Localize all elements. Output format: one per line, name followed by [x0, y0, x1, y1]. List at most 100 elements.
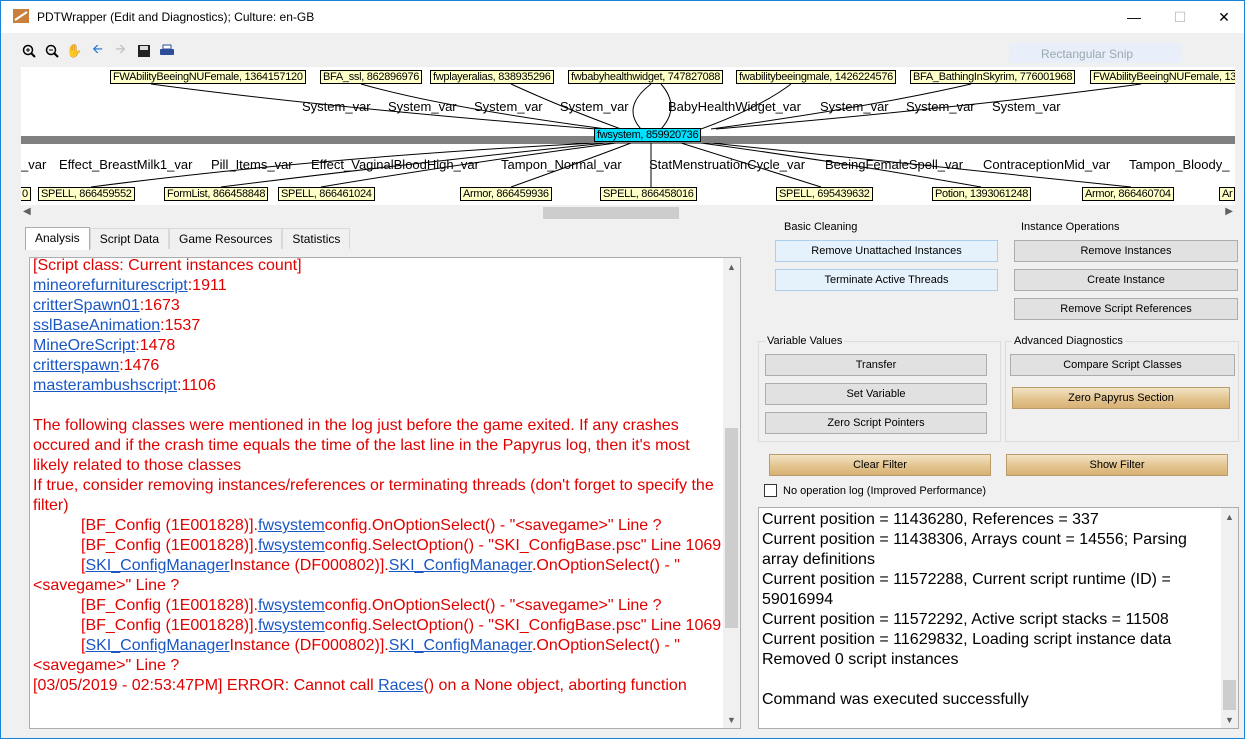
tab-game-resources[interactable]: Game Resources	[169, 228, 283, 249]
window-title: PDTWrapper (Edit and Diagnostics); Cultu…	[37, 10, 315, 24]
graph-node[interactable]: SPELL, 866459552	[38, 187, 135, 201]
scroll-down-icon[interactable]: ▼	[1221, 711, 1238, 728]
class-link[interactable]: mineorefurniturescript	[33, 277, 188, 294]
zero-script-pointers-button[interactable]: Zero Script Pointers	[765, 412, 987, 434]
edge-label: BeeingFemaleSpell_var	[825, 157, 964, 172]
class-link[interactable]: MineOreScript	[33, 337, 135, 354]
edge-label: Tampon_Bloody_	[1129, 157, 1230, 172]
log-error-line: [03/05/2019 - 02:53:47PM] ERROR: Cannot …	[33, 677, 687, 694]
scroll-down-icon[interactable]: ▼	[723, 711, 740, 728]
log-paragraph: The following classes were mentioned in …	[33, 417, 690, 474]
output-line: Current position = 11436280, References …	[762, 511, 1099, 528]
minimize-button[interactable]: —	[1111, 1, 1157, 33]
class-link[interactable]: fwsystem	[258, 597, 325, 614]
class-link[interactable]: SKI_ConfigManager	[389, 637, 532, 654]
log-trace-line: [BF_Config (1E001828)].fwsystemconfig.On…	[81, 597, 662, 614]
group-label: Basic Cleaning	[782, 221, 860, 233]
dependency-graph[interactable]: FWAbilityBeeingNUFemale, 1364157120 BFA_…	[21, 67, 1235, 205]
zoom-in-icon[interactable]	[19, 41, 38, 60]
graph-node[interactable]: fwabilitybeeingmale, 1426224576	[736, 70, 896, 84]
graph-node[interactable]: FWAbilityBeeingNUFemale, 13	[1090, 70, 1235, 84]
edge-label: System_var	[302, 99, 371, 114]
save-icon[interactable]	[134, 41, 153, 60]
graph-node[interactable]: BFA_BathingInSkyrim, 776001968	[910, 70, 1076, 84]
scroll-right-icon[interactable]: ▶	[1225, 206, 1233, 217]
forward-arrow-icon[interactable]: 🡪	[111, 41, 130, 60]
edge-label: System_var	[474, 99, 543, 114]
graph-node[interactable]: SPELL, 695439632	[776, 187, 873, 201]
no-operation-log-checkbox[interactable]: No operation log (Improved Performance)	[764, 484, 986, 497]
log-trace-line: [SKI_ConfigManagerInstance (DF000802)].S…	[33, 637, 680, 674]
class-link[interactable]: fwsystem	[258, 537, 325, 554]
graph-node[interactable]: Armor, 866460704	[1082, 187, 1174, 201]
terminate-active-threads-button[interactable]: Terminate Active Threads	[775, 269, 998, 291]
graph-node[interactable]: fwplayeralias, 838935296	[430, 70, 554, 84]
edge-label: System_var	[388, 99, 457, 114]
tab-script-data[interactable]: Script Data	[89, 228, 170, 249]
graph-node[interactable]: Armor, 866459936	[460, 187, 552, 201]
scroll-up-icon[interactable]: ▲	[723, 258, 740, 275]
clear-filter-button[interactable]: Clear Filter	[769, 454, 991, 476]
graph-center-node[interactable]: fwsystem, 859920736	[594, 128, 702, 142]
scroll-thumb[interactable]	[543, 207, 679, 219]
log-count-row: critterspawn:1476	[33, 357, 160, 374]
class-link[interactable]: critterSpawn01	[33, 297, 140, 314]
class-link[interactable]: fwsystem	[258, 517, 325, 534]
transfer-button[interactable]: Transfer	[765, 354, 987, 376]
tab-analysis[interactable]: Analysis	[25, 227, 90, 250]
graph-node[interactable]: BFA_ssl, 862896976	[320, 70, 423, 84]
remove-instances-button[interactable]: Remove Instances	[1014, 240, 1238, 262]
log-count-row: MineOreScript:1478	[33, 337, 176, 354]
class-link[interactable]: SKI_ConfigManager	[389, 557, 532, 574]
set-variable-button[interactable]: Set Variable	[765, 383, 987, 405]
graph-node[interactable]: fwbabyhealthwidget, 747827088	[568, 70, 724, 84]
tab-statistics[interactable]: Statistics	[282, 228, 351, 249]
class-link[interactable]: fwsystem	[258, 617, 325, 634]
graph-node[interactable]: Ar	[1219, 187, 1235, 201]
zoom-out-icon[interactable]	[42, 41, 61, 60]
edge-label: Effect_BreastMilk1_var	[59, 157, 193, 172]
print-icon[interactable]	[157, 41, 176, 60]
back-arrow-icon[interactable]: 🡨	[88, 41, 107, 60]
class-link[interactable]: sslBaseAnimation	[33, 317, 160, 334]
log-trace-line: [BF_Config (1E001828)].fwsystemconfig.Se…	[81, 617, 722, 634]
log-count-row: critterSpawn01:1673	[33, 297, 180, 314]
remove-unattached-instances-button[interactable]: Remove Unattached Instances	[775, 240, 998, 262]
class-link[interactable]: masterambushscript	[33, 377, 177, 394]
graph-horizontal-scrollbar[interactable]: ◀ ▶	[21, 205, 1235, 221]
log-count-row: masterambushscript:1106	[33, 377, 216, 394]
edge-label: _var	[21, 157, 47, 172]
graph-node[interactable]: SPELL, 866458016	[600, 187, 697, 201]
graph-node[interactable]: FWAbilityBeeingNUFemale, 1364157120	[110, 70, 306, 84]
output-line: Current position = 11629832, Loading scr…	[762, 631, 1172, 648]
compare-script-classes-button[interactable]: Compare Script Classes	[1010, 354, 1235, 376]
zero-papyrus-section-button[interactable]: Zero Papyrus Section	[1012, 387, 1230, 409]
pan-hand-icon[interactable]: ✋	[65, 41, 84, 60]
show-filter-button[interactable]: Show Filter	[1006, 454, 1228, 476]
graph-node[interactable]: 0	[21, 187, 31, 201]
graph-node[interactable]: Potion, 1393061248	[932, 187, 1032, 201]
remove-script-references-button[interactable]: Remove Script References	[1014, 298, 1238, 320]
log-trace-line: [SKI_ConfigManagerInstance (DF000802)].S…	[33, 557, 680, 594]
class-link[interactable]: SKI_ConfigManager	[85, 557, 229, 574]
scroll-left-icon[interactable]: ◀	[23, 206, 31, 217]
graph-node[interactable]: SPELL, 866461024	[278, 187, 375, 201]
edge-label: System_var	[906, 99, 975, 114]
scroll-thumb[interactable]	[725, 428, 738, 628]
create-instance-button[interactable]: Create Instance	[1014, 269, 1238, 291]
tab-strip: Analysis Script Data Game Resources Stat…	[25, 227, 351, 250]
scroll-thumb[interactable]	[1223, 680, 1236, 710]
log-trace-line: [BF_Config (1E001828)].fwsystemconfig.Se…	[81, 537, 722, 554]
operation-output[interactable]: Current position = 11436280, References …	[758, 507, 1239, 729]
class-link[interactable]: SKI_ConfigManager	[85, 637, 229, 654]
class-link[interactable]: Races	[378, 677, 423, 694]
log-vertical-scrollbar[interactable]: ▲ ▼	[723, 258, 740, 728]
maximize-button[interactable]: ☐	[1157, 1, 1203, 33]
close-button[interactable]: ✕	[1201, 1, 1245, 33]
checkbox-box[interactable]	[764, 484, 777, 497]
class-link[interactable]: critterspawn	[33, 357, 119, 374]
scroll-up-icon[interactable]: ▲	[1221, 508, 1238, 525]
graph-node[interactable]: FormList, 866458848	[164, 187, 269, 201]
output-vertical-scrollbar[interactable]: ▲ ▼	[1221, 508, 1238, 728]
analysis-log[interactable]: [Script class: Current instances count] …	[29, 257, 741, 729]
